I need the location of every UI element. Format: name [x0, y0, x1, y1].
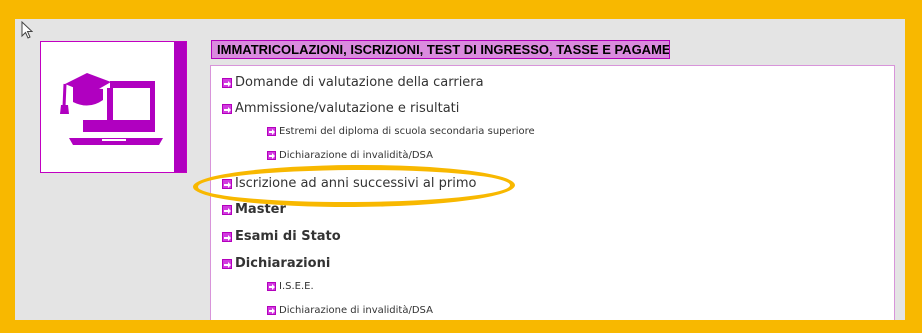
arrow-right-box-icon [267, 306, 276, 315]
mouse-pointer-icon [21, 21, 33, 39]
link-label: Dichiarazione di invalidità/DSA [279, 150, 433, 161]
arrow-right-box-icon [222, 104, 232, 114]
graduation-laptop-icon [60, 73, 163, 145]
link-isee[interactable]: I.S.E.E. [267, 280, 314, 293]
graduation-logo-card [40, 41, 187, 173]
arrow-right-box-icon [267, 151, 276, 160]
link-esami-di-stato[interactable]: Esami di Stato [222, 229, 341, 245]
link-ammissione-valutazione-risultati[interactable]: Ammissione/valutazione e risultati [222, 101, 459, 117]
link-domande-valutazione-carriera[interactable]: Domande di valutazione della carriera [222, 75, 484, 91]
link-label: Iscrizione ad anni successivi al primo [235, 176, 477, 191]
link-label: Master [235, 202, 286, 217]
arrow-right-box-icon [222, 205, 232, 215]
link-label: I.S.E.E. [279, 281, 314, 292]
arrow-right-box-icon [267, 127, 276, 136]
links-panel: Domande di valutazione della carriera Am… [210, 65, 895, 320]
link-iscrizione-anni-successivi[interactable]: Iscrizione ad anni successivi al primo [222, 176, 476, 192]
link-label: Esami di Stato [235, 229, 341, 244]
arrow-right-box-icon [222, 179, 232, 189]
arrow-right-box-icon [222, 232, 232, 242]
link-dichiarazione-invalidita-dsa-2[interactable]: Dichiarazione di invalidità/DSA [267, 304, 433, 317]
link-label: Dichiarazione di invalidità/DSA [279, 305, 433, 316]
link-label: Domande di valutazione della carriera [235, 75, 484, 90]
link-label: Dichiarazioni [235, 256, 331, 271]
link-label: Estremi del diploma di scuola secondaria… [279, 126, 535, 137]
arrow-right-box-icon [267, 282, 276, 291]
section-title: IMMATRICOLAZIONI, ISCRIZIONI, TEST DI IN… [211, 40, 670, 59]
logo-accent-stripe [174, 42, 186, 172]
page-viewport: IMMATRICOLAZIONI, ISCRIZIONI, TEST DI IN… [15, 19, 905, 320]
link-dichiarazione-invalidita-dsa[interactable]: Dichiarazione di invalidità/DSA [267, 149, 433, 162]
arrow-right-box-icon [222, 259, 232, 269]
link-master[interactable]: Master [222, 202, 286, 218]
arrow-right-box-icon [222, 78, 232, 88]
highlight-frame: IMMATRICOLAZIONI, ISCRIZIONI, TEST DI IN… [0, 0, 922, 333]
link-label: Ammissione/valutazione e risultati [235, 101, 460, 116]
link-dichiarazioni[interactable]: Dichiarazioni [222, 256, 330, 272]
link-estremi-diploma[interactable]: Estremi del diploma di scuola secondaria… [267, 125, 535, 138]
